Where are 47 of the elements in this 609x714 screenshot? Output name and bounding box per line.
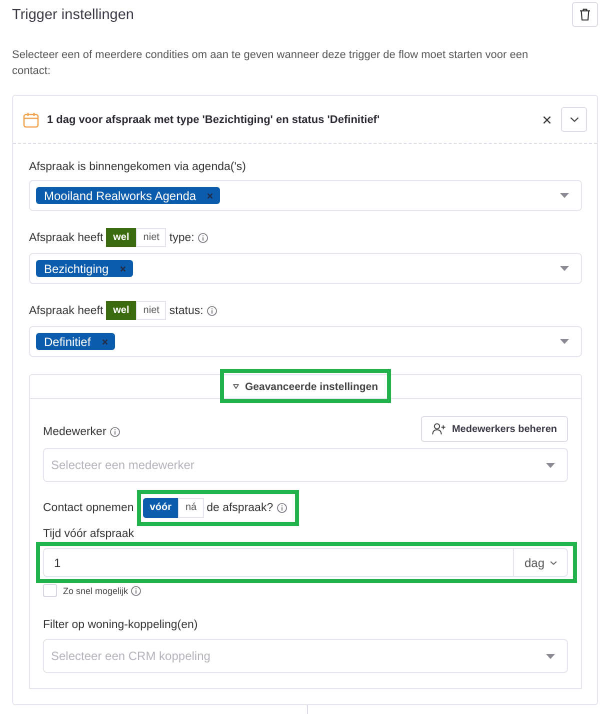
dropdown-caret-icon (560, 266, 569, 271)
field-label: status: (169, 304, 204, 316)
field-label: Afspraak is binnengekomen via agenda('s) (29, 160, 247, 174)
toggle-option[interactable]: vóór (142, 498, 178, 518)
info-icon[interactable] (198, 232, 208, 242)
multi-select-field[interactable]: Mooiland Realworks Agenda (29, 180, 582, 211)
panel-title: Trigger instellingen (12, 6, 134, 22)
chevron-down-icon (550, 560, 557, 564)
info-icon[interactable] (277, 503, 288, 513)
calendar-icon (23, 112, 39, 128)
close-icon[interactable] (543, 116, 551, 124)
manage-employees-button[interactable]: Medewerkers beheren (420, 416, 568, 442)
user-plus-icon (432, 423, 446, 435)
tag-label: Mooiland Realworks Agenda (44, 188, 196, 202)
checkbox-label: Zo snel mogelijk (63, 586, 128, 596)
dropdown-caret-icon (546, 462, 555, 468)
toggle-option[interactable]: wel (106, 228, 136, 247)
multi-select-field[interactable]: Definitief (29, 326, 582, 357)
dropdown-caret-icon (560, 193, 569, 198)
field-label: Contact opnemen (43, 502, 134, 514)
field-label: type: (169, 232, 194, 244)
delay-input[interactable]: 1 (43, 548, 513, 577)
field-label: Afspraak heeft (29, 232, 104, 244)
info-icon[interactable] (207, 306, 218, 316)
multi-select-field[interactable]: Bezichtiging (29, 253, 582, 284)
unit-select[interactable]: dag (513, 548, 568, 577)
description-text: Selecteer een of meerdere condities om aan te geven wanneer deze trigger de flow moet starten voor een contact: (12, 48, 530, 79)
info-icon[interactable] (131, 586, 142, 596)
trash-icon (579, 8, 591, 21)
tag-label: Bezichtiging (44, 262, 109, 276)
info-icon[interactable] (110, 427, 120, 437)
field-label: Medewerker (43, 426, 106, 438)
toggle-option[interactable]: niet (136, 228, 166, 247)
field-label: Afspraak heeft (29, 304, 104, 316)
field-label: de afspraak? (206, 502, 274, 514)
dropdown-caret-icon (546, 654, 555, 658)
toggle-option[interactable]: niet (136, 301, 166, 320)
checkbox[interactable] (43, 584, 57, 597)
field-label: Filter op woning-koppeling(en) (43, 618, 199, 632)
toggle-option[interactable]: wel (106, 301, 136, 320)
dropdown-caret-icon (560, 339, 569, 344)
delete-button[interactable] (572, 2, 598, 27)
toggle-option[interactable]: ná (178, 498, 204, 518)
field-label: Tijd vóór afspraak (43, 527, 135, 541)
chevron-down-icon (570, 117, 578, 122)
tag-label: Definitief (44, 334, 91, 348)
condition-summary: 1 dag voor afspraak met type 'Bezichtiging' en status 'Definitief' (47, 114, 380, 126)
